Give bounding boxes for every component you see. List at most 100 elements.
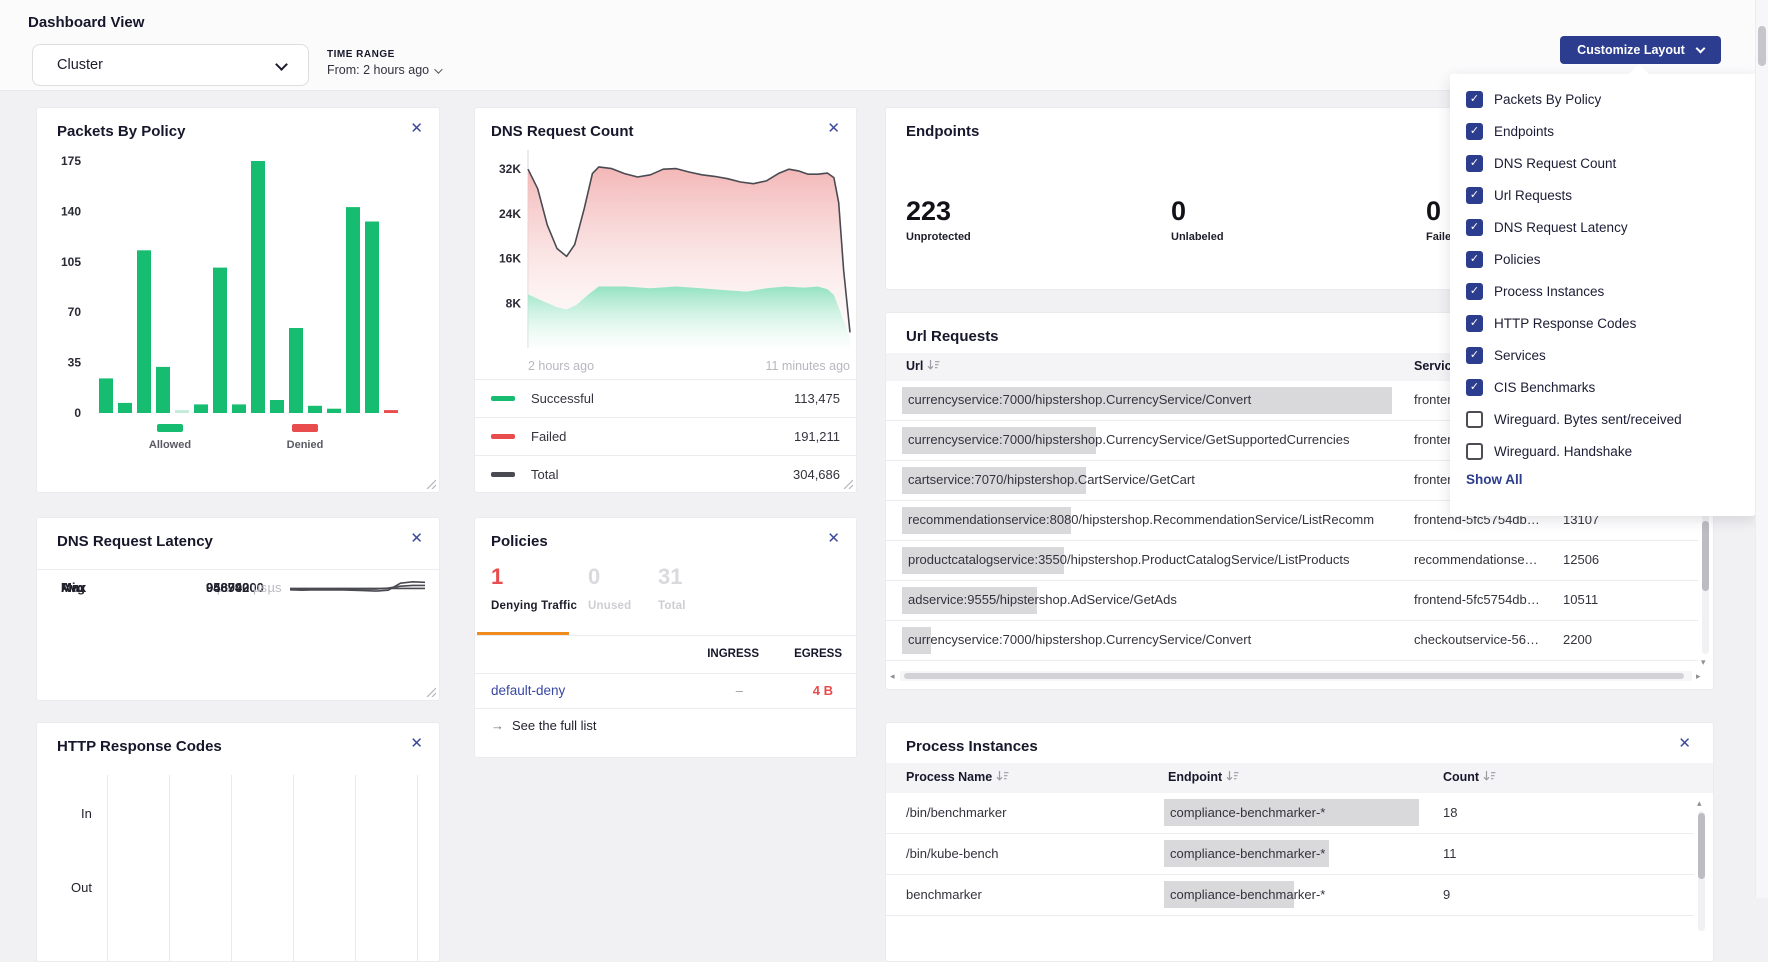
- gridline: [293, 775, 294, 961]
- gridline: [169, 775, 170, 961]
- svg-text:70: 70: [68, 305, 82, 319]
- scroll-right-icon[interactable]: ▸: [1696, 672, 1701, 681]
- tab-denying-traffic[interactable]: Denying Traffic: [491, 600, 577, 612]
- column-header-url[interactable]: Url: [906, 359, 940, 373]
- see-full-list-link[interactable]: →See the full list: [491, 718, 597, 733]
- divider: [475, 673, 856, 674]
- svg-text:24K: 24K: [499, 207, 521, 221]
- ingress-column-header[interactable]: INGRESS: [689, 648, 759, 660]
- menu-item-process-instances[interactable]: ✓ Process Instances: [1450, 278, 1756, 310]
- legend-row: Total 304,686: [475, 455, 856, 493]
- process-table-row[interactable]: benchmarker compliance-benchmarker-* 9: [886, 875, 1694, 916]
- scroll-left-icon[interactable]: ◂: [890, 672, 895, 681]
- customize-layout-button[interactable]: Customize Layout: [1560, 36, 1721, 64]
- horizontal-scrollbar[interactable]: [900, 671, 1692, 681]
- policy-ingress-value: –: [689, 683, 743, 698]
- checkbox-icon[interactable]: ✓: [1466, 91, 1483, 108]
- checkbox-icon[interactable]: ✓: [1466, 123, 1483, 140]
- policy-link-default-deny[interactable]: default-deny: [491, 683, 565, 698]
- gridline: [355, 775, 356, 961]
- checkbox-icon[interactable]: ✓: [1466, 347, 1483, 364]
- checkbox-icon[interactable]: [1466, 443, 1483, 460]
- divider: [475, 635, 856, 636]
- stat-unprotected: 223 Unprotected: [906, 196, 971, 243]
- menu-item-services[interactable]: ✓ Services: [1450, 342, 1756, 374]
- scroll-up-icon[interactable]: ▴: [1697, 799, 1702, 808]
- time-range-value[interactable]: From: 2 hours ago: [327, 63, 440, 77]
- svg-text:32K: 32K: [499, 162, 521, 176]
- sort-icon: [1483, 770, 1496, 782]
- divider: [475, 708, 856, 709]
- checkbox-icon[interactable]: ✓: [1466, 283, 1483, 300]
- resize-handle[interactable]: [843, 479, 853, 489]
- column-header-endpoint[interactable]: Endpoint: [1168, 770, 1239, 784]
- show-all-link[interactable]: Show All: [1466, 472, 1523, 487]
- checkbox-icon[interactable]: ✓: [1466, 315, 1483, 332]
- card-title: Policies: [491, 533, 548, 550]
- menu-item-cis-benchmarks[interactable]: ✓ CIS Benchmarks: [1450, 374, 1756, 406]
- page-scrollbar-thumb[interactable]: [1758, 26, 1766, 66]
- policies-unused-count: 0: [588, 564, 600, 590]
- menu-item-wireguard-bytes-sent-received[interactable]: Wireguard. Bytes sent/received: [1450, 406, 1756, 438]
- menu-item-dns-request-count[interactable]: ✓ DNS Request Count: [1450, 150, 1756, 182]
- column-header-process-name[interactable]: Process Name: [906, 770, 1009, 784]
- url-table-row[interactable]: adservice:9555/hipstershop.AdService/Get…: [886, 581, 1698, 621]
- legend-row: Successful 113,475: [475, 379, 856, 417]
- vertical-scrollbar[interactable]: [1698, 811, 1705, 931]
- latency-sparkline: [290, 577, 425, 599]
- policies-total-count: 31: [658, 564, 682, 590]
- menu-item-endpoints[interactable]: ✓ Endpoints: [1450, 118, 1756, 150]
- page-scrollbar[interactable]: [1755, 0, 1768, 898]
- egress-column-header[interactable]: EGRESS: [772, 648, 842, 660]
- column-header-count[interactable]: Count: [1443, 770, 1496, 784]
- svg-text:Denied: Denied: [287, 439, 324, 451]
- resize-handle[interactable]: [426, 479, 436, 489]
- scroll-down-icon[interactable]: ▾: [1701, 658, 1706, 667]
- process-table-row[interactable]: /bin/benchmarker compliance-benchmarker-…: [886, 793, 1694, 834]
- checkbox-icon[interactable]: ✓: [1466, 379, 1483, 396]
- resize-handle[interactable]: [426, 687, 436, 697]
- card-title: Endpoints: [906, 123, 979, 140]
- time-range-control[interactable]: TIME RANGE From: 2 hours ago: [327, 49, 440, 77]
- menu-item-http-response-codes[interactable]: ✓ HTTP Response Codes: [1450, 310, 1756, 342]
- view-selector-dropdown[interactable]: Cluster: [32, 44, 309, 86]
- checkbox-icon[interactable]: ✓: [1466, 251, 1483, 268]
- checkbox-icon[interactable]: ✓: [1466, 155, 1483, 172]
- close-icon[interactable]: ✕: [1678, 736, 1691, 751]
- menu-item-url-requests[interactable]: ✓ Url Requests: [1450, 182, 1756, 214]
- menu-item-dns-request-latency[interactable]: ✓ DNS Request Latency: [1450, 214, 1756, 246]
- tab-total[interactable]: Total: [658, 600, 686, 612]
- menu-item-policies[interactable]: ✓ Policies: [1450, 246, 1756, 278]
- checkbox-icon[interactable]: ✓: [1466, 219, 1483, 236]
- svg-text:Allowed: Allowed: [149, 439, 191, 451]
- policy-egress-value: 4 B: [772, 683, 833, 698]
- svg-text:105: 105: [61, 255, 81, 269]
- packets-by-policy-card: Packets By Policy ✕ 03570105140175Allowe…: [36, 107, 440, 493]
- legend-swatch: [491, 472, 515, 477]
- process-table-row[interactable]: /bin/kube-bench compliance-benchmarker-*…: [886, 834, 1694, 875]
- close-icon[interactable]: ✕: [410, 531, 423, 546]
- card-title: Process Instances: [906, 738, 1038, 755]
- card-title: DNS Request Latency: [57, 533, 213, 550]
- http-response-codes-chart: [37, 723, 439, 961]
- menu-item-packets-by-policy[interactable]: ✓ Packets By Policy: [1450, 86, 1756, 118]
- checkbox-icon[interactable]: [1466, 411, 1483, 428]
- close-icon[interactable]: ✕: [827, 531, 840, 546]
- process-instances-card: Process Instances ✕ Process Name Endpoint…: [885, 722, 1714, 962]
- stat-unlabeled: 0 Unlabeled: [1171, 196, 1224, 243]
- svg-text:35: 35: [68, 356, 82, 370]
- svg-text:0: 0: [74, 406, 81, 420]
- url-table-row[interactable]: currencyservice:7000/hipstershop.Currenc…: [886, 621, 1698, 661]
- policies-card: Policies ✕ 1 Denying Traffic 0 Unused 31…: [474, 517, 857, 758]
- sort-icon: [996, 770, 1009, 782]
- svg-text:2 hours ago: 2 hours ago: [528, 359, 594, 373]
- policies-denying-count: 1: [491, 564, 503, 590]
- url-table-row[interactable]: productcatalogservice:3550/hipstershop.P…: [886, 541, 1698, 581]
- menu-item-wireguard-handshake[interactable]: Wireguard. Handshake: [1450, 438, 1756, 470]
- gridline: [417, 775, 418, 961]
- gridline: [107, 775, 108, 961]
- checkbox-icon[interactable]: ✓: [1466, 187, 1483, 204]
- http-in-label: In: [81, 806, 92, 821]
- tab-unused[interactable]: Unused: [588, 600, 631, 612]
- process-table-header: Process Name Endpoint Count: [886, 763, 1713, 793]
